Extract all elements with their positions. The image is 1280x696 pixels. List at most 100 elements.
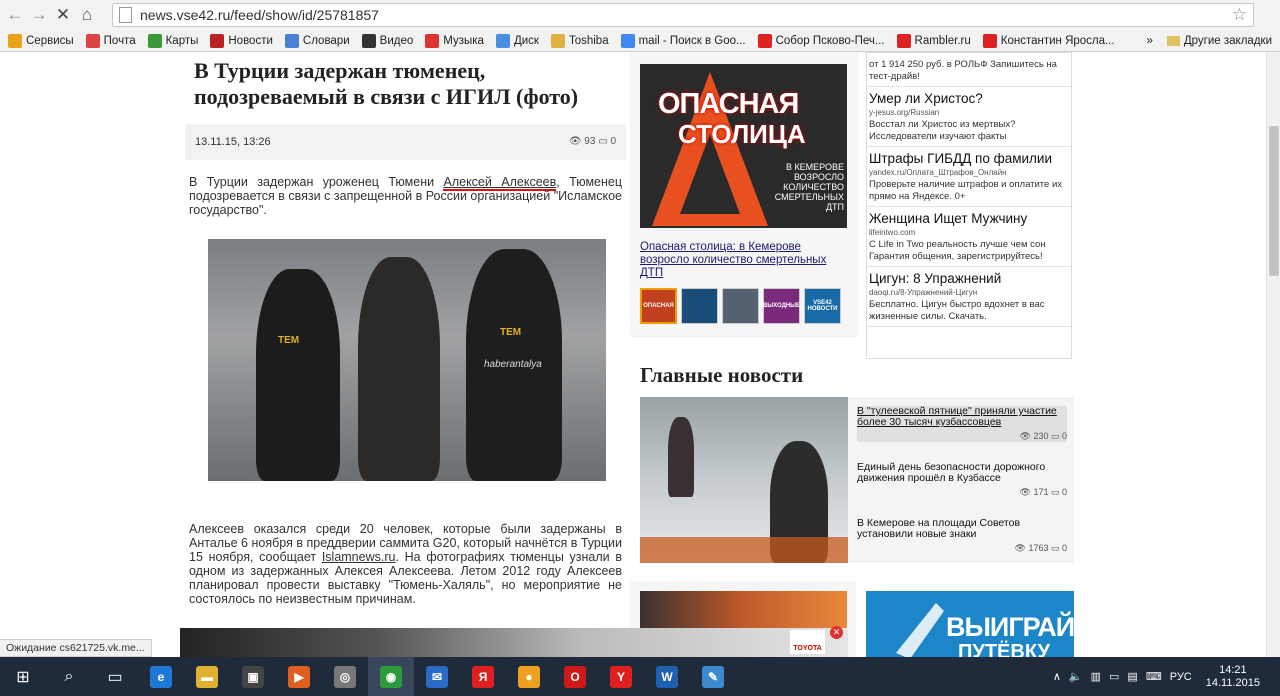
ad-title[interactable]: Штрафы ГИБДД по фамилии	[869, 151, 1069, 166]
ad-title[interactable]: Умер ли Христос?	[869, 91, 1069, 106]
ad-banner[interactable]: ВЫИГРАЙ ПУТЁВКУ	[866, 591, 1074, 657]
bookmark-label: Сервисы	[26, 34, 74, 47]
taskbar-app-chrome[interactable]: ◉	[368, 657, 414, 696]
scrollbar-thumb[interactable]	[1269, 126, 1279, 276]
plane-icon	[896, 603, 944, 657]
news-item[interactable]: Единый день безопасности дорожного движе…	[857, 462, 1067, 498]
bookmark-item[interactable]: Словари	[284, 33, 350, 48]
ad-description: от 1 914 250 руб. в РОЛЬФ Запишитесь на …	[869, 59, 1057, 82]
volume-icon[interactable]: 🔈	[1069, 670, 1083, 683]
taskbar-app-yandex-browser[interactable]: Y	[598, 657, 644, 696]
bookmark-item[interactable]: Диск	[495, 33, 539, 48]
promo-thumbnails: ОПАСНАЯ ВЫХОДНЫЕ VSE42 НОВОСТИ	[640, 288, 841, 324]
bookmark-item[interactable]: Почта	[85, 33, 136, 48]
bookmark-item[interactable]: mail - Поиск в Goo...	[620, 33, 746, 48]
ad-item[interactable]: Женщина Ищет Мужчину lifeintwo.com С Life …	[867, 207, 1071, 267]
promo-thumbnail[interactable]	[681, 288, 718, 324]
taskbar-app-media[interactable]: ▶	[276, 657, 322, 696]
ad-item[interactable]: Цигун: 8 Упражнений daoqi.ru/8-Упражнений…	[867, 267, 1071, 327]
taskbar-app-word[interactable]: W	[644, 657, 690, 696]
bookmarks-overflow[interactable]: » Другие закладки	[1146, 30, 1280, 52]
language-indicator[interactable]: РУС	[1170, 671, 1192, 683]
news-title[interactable]: В Кемерове на площади Советов установили…	[857, 518, 1067, 540]
notification-icon[interactable]: ▤	[1127, 670, 1137, 683]
ad-item[interactable]: Штрафы ГИБДД по фамилии yandex.ru/Оплата_…	[867, 147, 1071, 207]
bookmark-item[interactable]: Сервисы	[8, 33, 74, 48]
bookmark-item[interactable]: Rambler.ru	[896, 33, 971, 48]
article-title: В Турции задержан тюменец, подозреваемый…	[194, 58, 579, 109]
bookmark-item[interactable]: Toshiba	[550, 33, 609, 48]
taskbar-app-mail[interactable]: ✉	[414, 657, 460, 696]
bookmark-item[interactable]: Карты	[147, 33, 199, 48]
battery-icon[interactable]: ▭	[1109, 670, 1119, 683]
start-icon[interactable]: ⊞	[0, 657, 46, 696]
promo-thumbnail[interactable]: ОПАСНАЯ	[640, 288, 677, 324]
taskbar-app-explorer[interactable]: ▬	[184, 657, 230, 696]
page-scrollbar[interactable]	[1266, 52, 1280, 657]
stop-icon[interactable]: ✕	[51, 3, 75, 27]
ad-title[interactable]: Женщина Ищет Мужчину	[869, 211, 1069, 226]
ad-url[interactable]: lifeintwo.com	[869, 228, 1069, 237]
bookmark-icon	[620, 33, 635, 48]
address-bar[interactable]: news.vse42.ru/feed/show/id/25781857 ☆	[112, 3, 1254, 27]
forward-icon[interactable]: →	[27, 3, 51, 27]
promo-thumbnail[interactable]	[722, 288, 759, 324]
promo-image[interactable]: ОПАСНАЯ СТОЛИЦА В КЕМЕРОВЕ ВОЗРОСЛО КОЛИ…	[640, 64, 847, 228]
bottom-ad-strip[interactable]: TOYOTA ✕	[180, 626, 848, 657]
clock-date: 14.11.2015	[1205, 676, 1260, 689]
promo-thumbnail[interactable]: ВЫХОДНЫЕ	[763, 288, 800, 324]
ad-url[interactable]: yandex.ru/Оплата_Штрафов_Онлайн	[869, 168, 1069, 177]
taskbar-app-app-orange[interactable]: ●	[506, 657, 552, 696]
news-stats: 👁 171 ▭ 0	[1019, 487, 1068, 497]
taskbar-app-opera[interactable]: O	[552, 657, 598, 696]
media-icon: ▶	[288, 665, 310, 688]
bookmark-item[interactable]: Музыка	[425, 33, 484, 48]
app-circle-icon: ◎	[334, 665, 356, 688]
bookmark-item[interactable]: Видео	[361, 33, 413, 48]
chrome-icon: ◉	[380, 665, 402, 688]
home-icon[interactable]: ⌂	[75, 3, 99, 27]
ad-title[interactable]: Цигун: 8 Упражнений	[869, 271, 1069, 286]
ad-description: Бесплатно. Цигун быстро вдохнет в вас жи…	[869, 299, 1045, 322]
search-icon[interactable]: ⌕	[46, 657, 92, 696]
close-icon[interactable]: ✕	[830, 626, 843, 639]
ad-url[interactable]: y-jesus.org/Russian	[869, 108, 1069, 117]
clock[interactable]: 14:21 14.11.2015	[1206, 664, 1260, 690]
taskbar-apps: e ▬ ▣ ▶ ◎ ◉ ✉ Я ● O Y W ✎	[138, 657, 736, 696]
taskbar-app-store[interactable]: ▣	[230, 657, 276, 696]
bookmark-label: Диск	[513, 34, 539, 47]
bookmark-label: Карты	[165, 34, 199, 47]
promo-caption-link[interactable]: Опасная столица: в Кемерове возросло кол…	[640, 241, 845, 280]
article-stats: 👁 93 ▭ 0	[569, 136, 616, 147]
taskbar-app-edge[interactable]: e	[138, 657, 184, 696]
ad-url[interactable]: daoqi.ru/8-Упражнений-Цигун	[869, 288, 1069, 297]
bookmark-item[interactable]: Константин Яросла...	[982, 33, 1115, 48]
news-title[interactable]: В "тулеевской пятнице" приняли участие б…	[857, 406, 1067, 428]
news-item[interactable]: В Кемерове на площади Советов установили…	[857, 518, 1067, 554]
news-image[interactable]	[640, 397, 848, 563]
ad-item[interactable]: Умер ли Христос? y-jesus.org/Russian Восст…	[867, 87, 1071, 147]
app-paint-icon: ✎	[702, 665, 724, 688]
news-box: В "тулеевской пятнице" приняли участие б…	[640, 397, 1074, 563]
back-icon[interactable]: ←	[3, 3, 27, 27]
more-bookmarks-icon[interactable]: »	[1146, 35, 1152, 47]
task-view-icon[interactable]: ▭	[92, 657, 138, 696]
source-link[interactable]: Islamnews.ru	[322, 550, 396, 564]
news-item[interactable]: В "тулеевской пятнице" приняли участие б…	[857, 406, 1067, 442]
taskbar-app-yandex[interactable]: Я	[460, 657, 506, 696]
star-icon[interactable]: ☆	[1232, 5, 1247, 25]
network-icon[interactable]: ▥	[1091, 670, 1101, 683]
bookmark-item[interactable]: Собор Псково-Печ...	[757, 33, 885, 48]
taskbar-app-app-circle[interactable]: ◎	[322, 657, 368, 696]
taskbar-app-app-paint[interactable]: ✎	[690, 657, 736, 696]
keyboard-icon[interactable]: ⌨	[1146, 670, 1162, 683]
news-comments: 0	[1061, 487, 1067, 497]
tray-up-icon[interactable]: ∧	[1053, 670, 1061, 683]
ad-item[interactable]: от 1 914 250 руб. в РОЛЬФ Запишитесь на …	[867, 53, 1071, 87]
promo-thumbnail[interactable]: VSE42 НОВОСТИ	[804, 288, 841, 324]
news-title[interactable]: Единый день безопасности дорожного движе…	[857, 462, 1067, 484]
other-bookmarks[interactable]: Другие закладки	[1184, 35, 1272, 47]
explorer-icon: ▬	[196, 665, 218, 688]
bookmark-item[interactable]: Новости	[210, 33, 273, 48]
bookmark-label: Rambler.ru	[914, 34, 971, 47]
